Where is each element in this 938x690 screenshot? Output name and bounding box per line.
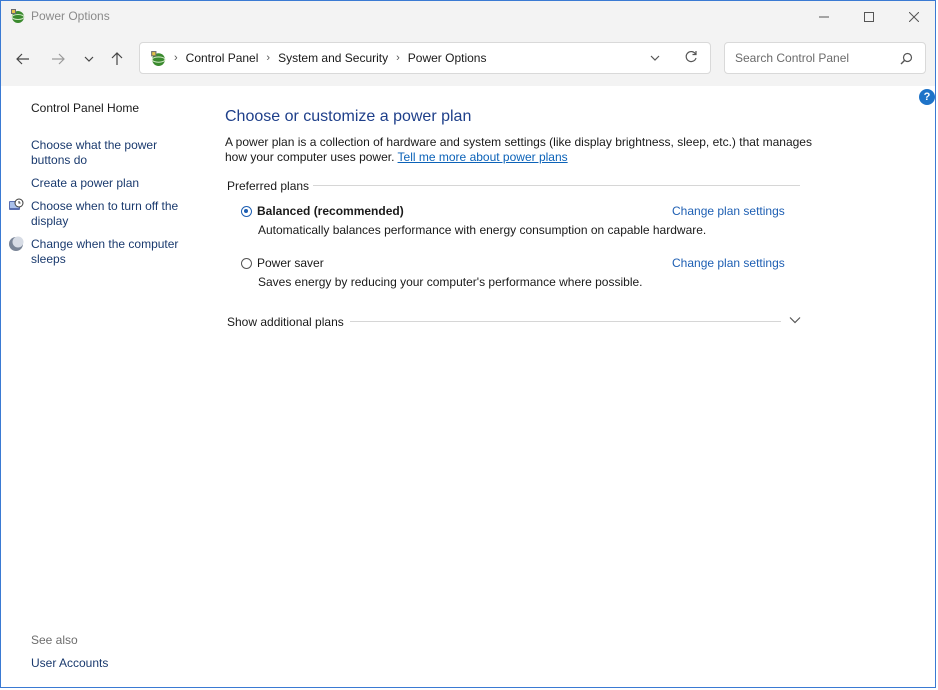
page-description: A power plan is a collection of hardware… — [225, 135, 825, 165]
power-saver-radio[interactable] — [241, 258, 252, 269]
control-panel-home-link[interactable]: Control Panel Home — [31, 101, 191, 116]
forward-arrow-icon — [52, 53, 65, 65]
refresh-button[interactable] — [684, 50, 698, 67]
maximize-icon — [864, 11, 874, 22]
breadcrumb-separator-icon[interactable]: › — [174, 52, 178, 64]
display-clock-icon — [9, 198, 24, 210]
address-history-button[interactable] — [650, 51, 660, 68]
address-bar[interactable]: › Control Panel › System and Security › … — [139, 42, 711, 74]
close-button[interactable] — [891, 1, 937, 32]
turn-off-display-link[interactable]: Choose when to turn off the display — [31, 199, 191, 229]
choose-power-buttons-link[interactable]: Choose what the power buttons do — [31, 138, 191, 168]
window-title: Power Options — [31, 9, 110, 23]
create-power-plan-link[interactable]: Create a power plan — [31, 176, 191, 191]
up-button[interactable] — [105, 47, 129, 71]
minimize-button[interactable] — [801, 1, 847, 32]
learn-more-link[interactable]: Tell me more about power plans — [398, 150, 568, 164]
close-icon — [909, 11, 919, 22]
power-options-app-icon — [11, 9, 25, 23]
refresh-icon — [685, 50, 697, 63]
preferred-plans-label: Preferred plans — [227, 179, 310, 193]
chevron-down-icon — [650, 55, 660, 61]
chevron-down-icon[interactable] — [789, 316, 801, 324]
left-pane: Control Panel Home Choose what the power… — [1, 86, 201, 687]
search-box[interactable] — [724, 42, 926, 74]
power-options-window: Power Options › Control Panel › System a… — [0, 0, 936, 688]
recent-locations-button[interactable] — [77, 47, 101, 71]
back-arrow-icon — [16, 53, 29, 65]
minimize-icon — [819, 16, 829, 17]
breadcrumb-separator-icon[interactable]: › — [266, 52, 270, 64]
control-panel-icon — [151, 51, 166, 66]
group-divider — [313, 185, 800, 186]
breadcrumb-power-options[interactable]: Power Options — [408, 51, 487, 65]
power-saver-change-settings-link[interactable]: Change plan settings — [672, 256, 785, 270]
navigation-bar: › Control Panel › System and Security › … — [1, 32, 935, 86]
page-title: Choose or customize a power plan — [225, 108, 472, 125]
power-saver-plan-name[interactable]: Power saver — [257, 256, 324, 270]
maximize-button[interactable] — [846, 1, 892, 32]
balanced-radio[interactable] — [241, 206, 252, 217]
balanced-change-settings-link[interactable]: Change plan settings — [672, 204, 785, 218]
search-input[interactable] — [733, 50, 897, 66]
breadcrumb-system-and-security[interactable]: System and Security — [278, 51, 388, 65]
search-icon[interactable] — [900, 52, 913, 65]
show-additional-plans[interactable]: Show additional plans — [227, 315, 344, 329]
additional-plans-divider — [350, 321, 781, 322]
chevron-down-icon — [84, 56, 94, 62]
power-saver-plan-description: Saves energy by reducing your computer's… — [258, 275, 643, 289]
balanced-plan-description: Automatically balances performance with … — [258, 223, 707, 237]
breadcrumb-control-panel[interactable]: Control Panel — [186, 51, 259, 65]
sleep-moon-icon — [9, 236, 24, 251]
up-arrow-icon — [111, 52, 123, 65]
help-button[interactable]: ? — [919, 89, 935, 105]
breadcrumb-separator-icon[interactable]: › — [396, 52, 400, 64]
forward-button[interactable] — [46, 47, 70, 71]
back-button[interactable] — [11, 47, 35, 71]
title-bar: Power Options — [1, 1, 935, 32]
breadcrumb: › Control Panel › System and Security › … — [170, 43, 486, 73]
see-also-heading: See also — [31, 633, 78, 647]
user-accounts-link[interactable]: User Accounts — [31, 656, 191, 671]
computer-sleeps-link[interactable]: Change when the computer sleeps — [31, 237, 191, 267]
balanced-plan-name[interactable]: Balanced (recommended) — [257, 204, 404, 218]
